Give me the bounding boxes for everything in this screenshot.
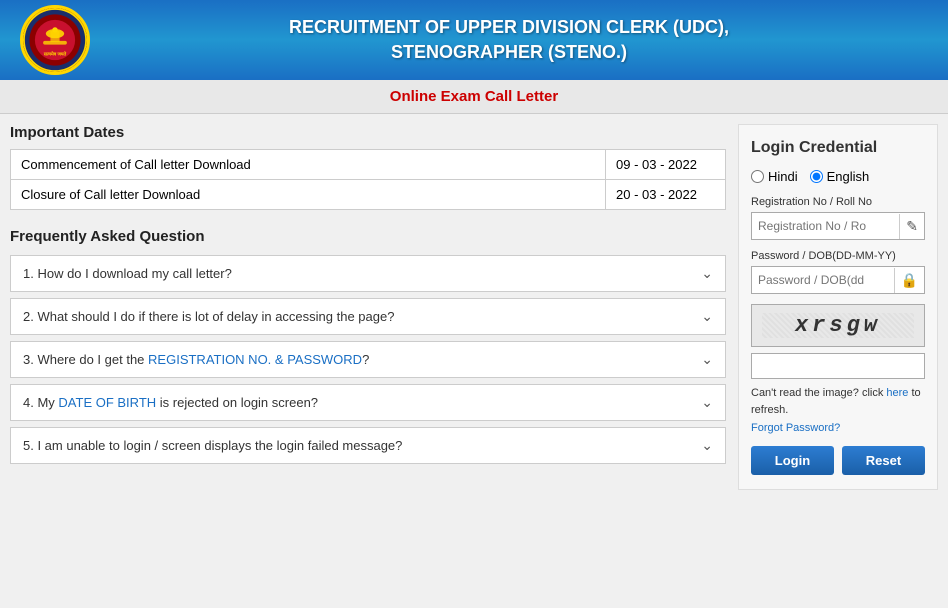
- refresh-captcha-link[interactable]: here: [886, 387, 908, 399]
- language-hindi-label: Hindi: [768, 169, 798, 184]
- organization-logo: सत्यमेव जयते: [20, 5, 90, 75]
- language-hindi-radio[interactable]: [751, 170, 764, 183]
- faq-item-5[interactable]: 5. I am unable to login / screen display…: [10, 427, 726, 464]
- table-row: Commencement of Call letter Download 09 …: [11, 150, 726, 180]
- faq-item-3[interactable]: 3. Where do I get the REGISTRATION NO. &…: [10, 341, 726, 378]
- faq-chevron-3: ⌄: [701, 351, 713, 368]
- faq-item-2[interactable]: 2. What should I do if there is lot of d…: [10, 298, 726, 335]
- cant-read-prefix: Can't read the image? click: [751, 387, 883, 399]
- edit-icon[interactable]: ✎: [899, 214, 924, 239]
- emblem-svg: सत्यमेव जयते: [23, 5, 87, 75]
- password-input[interactable]: [752, 267, 894, 293]
- captcha-text: xrsgw: [762, 313, 914, 338]
- banner: Online Exam Call Letter: [0, 80, 948, 114]
- faq-item-4[interactable]: 4. My DATE OF BIRTH is rejected on login…: [10, 384, 726, 421]
- main-layout: Important Dates Commencement of Call let…: [0, 114, 948, 500]
- language-hindi-option[interactable]: Hindi: [751, 169, 798, 184]
- forgot-password-link[interactable]: Forgot Password?: [751, 422, 925, 434]
- language-english-option[interactable]: English: [810, 169, 870, 184]
- table-row: Closure of Call letter Download 20 - 03 …: [11, 180, 726, 210]
- faq-question-2: 2. What should I do if there is lot of d…: [23, 309, 394, 324]
- language-selector: Hindi English: [751, 169, 925, 184]
- important-dates-title: Important Dates: [10, 124, 726, 141]
- date-value-1: 09 - 03 - 2022: [606, 150, 726, 180]
- header: सत्यमेव जयते RECRUITMENT OF UPPER DIVISI…: [0, 0, 948, 80]
- captcha-input-group: [751, 353, 925, 379]
- faq-highlight-4: DATE OF BIRTH: [58, 395, 156, 410]
- faq-question-1: 1. How do I download my call letter?: [23, 266, 232, 281]
- faq-question-4: 4. My DATE OF BIRTH is rejected on login…: [23, 395, 318, 410]
- button-row: Login Reset: [751, 446, 925, 475]
- faq-chevron-4: ⌄: [701, 394, 713, 411]
- reset-button[interactable]: Reset: [842, 446, 925, 475]
- registration-input[interactable]: [752, 213, 899, 239]
- language-english-label: English: [827, 169, 870, 184]
- header-title-line2: STENOGRAPHER (STENO.): [391, 42, 627, 62]
- dates-table: Commencement of Call letter Download 09 …: [10, 149, 726, 210]
- banner-text: Online Exam Call Letter: [390, 88, 558, 105]
- reg-field-label: Registration No / Roll No: [751, 196, 925, 208]
- header-title: RECRUITMENT OF UPPER DIVISION CLERK (UDC…: [90, 15, 928, 65]
- reg-input-group: ✎: [751, 212, 925, 240]
- faq-item-1[interactable]: 1. How do I download my call letter? ⌄: [10, 255, 726, 292]
- cant-read-text: Can't read the image? click here to refr…: [751, 385, 925, 418]
- pass-field-label: Password / DOB(DD-MM-YY): [751, 250, 925, 262]
- date-value-2: 20 - 03 - 2022: [606, 180, 726, 210]
- faq-question-5: 5. I am unable to login / screen display…: [23, 438, 402, 453]
- lock-icon[interactable]: 🔒: [894, 268, 924, 293]
- captcha-container: xrsgw: [751, 304, 925, 347]
- faq-question-3: 3. Where do I get the REGISTRATION NO. &…: [23, 352, 369, 367]
- language-english-radio[interactable]: [810, 170, 823, 183]
- faq-chevron-5: ⌄: [701, 437, 713, 454]
- left-panel: Important Dates Commencement of Call let…: [10, 124, 738, 470]
- faq-chevron-2: ⌄: [701, 308, 713, 325]
- login-button[interactable]: Login: [751, 446, 834, 475]
- login-title: Login Credential: [751, 139, 925, 157]
- faq-title: Frequently Asked Question: [10, 228, 726, 245]
- pass-input-group: 🔒: [751, 266, 925, 294]
- faq-chevron-1: ⌄: [701, 265, 713, 282]
- captcha-input[interactable]: [752, 354, 924, 378]
- svg-text:सत्यमेव जयते: सत्यमेव जयते: [43, 51, 67, 57]
- login-panel: Login Credential Hindi English Registrat…: [738, 124, 938, 490]
- header-title-line1: RECRUITMENT OF UPPER DIVISION CLERK (UDC…: [289, 17, 729, 37]
- faq-highlight-3: REGISTRATION NO. & PASSWORD: [148, 352, 362, 367]
- date-label-2: Closure of Call letter Download: [11, 180, 606, 210]
- date-label-1: Commencement of Call letter Download: [11, 150, 606, 180]
